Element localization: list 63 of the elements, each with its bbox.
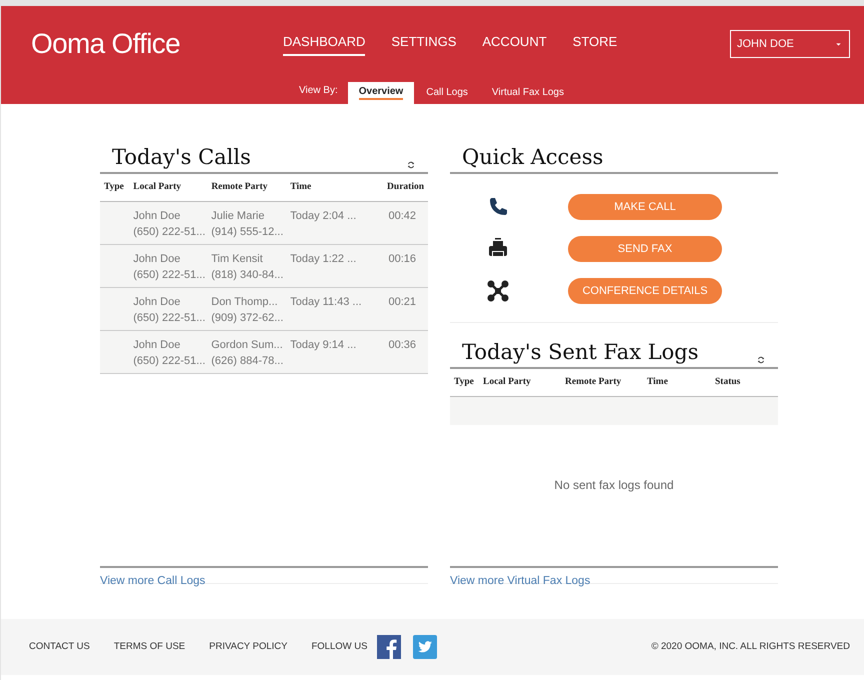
table-cell: 00:42: [388, 210, 416, 222]
view-tab[interactable]: Overview: [348, 82, 414, 104]
nav-link[interactable]: ACCOUNT: [482, 32, 547, 56]
view-by-label: View By:: [299, 84, 338, 98]
view-more-link[interactable]: View more Call Logs: [100, 575, 206, 587]
section-title: Quick Access: [462, 144, 604, 170]
column-header: Time: [647, 376, 669, 390]
table-cell-text: Don Thomp...: [211, 295, 279, 310]
nav-link[interactable]: DASHBOARD: [283, 32, 366, 56]
refresh-icon: [406, 160, 416, 170]
column-header: Remote Party: [211, 181, 268, 194]
table-cell: Today 11:43 ...: [290, 296, 362, 308]
nav-link[interactable]: SETTINGS: [391, 32, 456, 56]
column-header: Time: [290, 181, 312, 194]
action-button[interactable]: MAKE CALL: [568, 194, 722, 220]
table-cell-text: Julie Marie: [211, 209, 266, 224]
copyright: © 2020 OOMA, INC. ALL RIGHTS RESERVED: [651, 640, 850, 654]
column-header: Local Party: [133, 181, 182, 194]
table-cell-text: (626) 884-78...: [211, 354, 284, 369]
footer-link[interactable]: CONTACT US: [29, 640, 90, 654]
table-cell-text: (650) 222-51...: [133, 311, 206, 326]
table-cell-text: (650) 222-51...: [133, 225, 206, 240]
table-cell-text: John Doe: [133, 295, 182, 310]
table-cell: 00:21: [388, 296, 416, 308]
footer-link[interactable]: TERMS OF USE: [114, 640, 186, 654]
user-dropdown[interactable]: JOHN DOE: [730, 30, 850, 58]
column-header: Status: [715, 376, 742, 390]
table-cell-text: (909) 372-62...: [211, 311, 284, 326]
table-cell-text: Gordon Sum...: [211, 338, 284, 353]
column-header: Remote Party: [565, 376, 622, 390]
facebook-icon[interactable]: [377, 635, 402, 659]
section-title: Today's Sent Fax Logs: [462, 339, 699, 365]
empty-message: No sent fax logs found: [554, 477, 674, 494]
footer-link[interactable]: PRIVACY POLICY: [209, 640, 288, 654]
view-tab[interactable]: Virtual Fax Logs: [480, 82, 576, 104]
table-cell-text: (650) 222-51...: [133, 268, 206, 283]
column-header: Type: [104, 181, 125, 194]
twitter-icon[interactable]: [413, 635, 438, 659]
table-cell-text: (818) 340-84...: [211, 268, 284, 283]
table-cell-text: Tim Kensit: [211, 252, 264, 267]
column-header: Duration: [386, 181, 424, 194]
table-cell: 00:36: [388, 339, 416, 351]
follow-label: FOLLOW US: [311, 640, 368, 654]
column-header: Local Party: [483, 376, 532, 390]
table-cell-text: John Doe: [133, 209, 182, 224]
action-button[interactable]: CONFERENCE DETAILS: [568, 278, 722, 304]
table-cell-text: (650) 222-51...: [133, 354, 206, 369]
table-cell: Today 2:04 ...: [290, 210, 356, 222]
table-cell: Today 9:14 ...: [290, 339, 356, 351]
view-tab[interactable]: Call Logs: [414, 82, 480, 104]
view-more-link[interactable]: View more Virtual Fax Logs: [450, 575, 590, 587]
table-cell-text: (914) 555-12...: [211, 225, 284, 240]
refresh-icon: [756, 355, 766, 365]
logo: Ooma Office: [31, 27, 181, 61]
section-title: Today's Calls: [112, 144, 251, 170]
table-cell-text: John Doe: [133, 338, 182, 353]
table-cell-text: John Doe: [133, 252, 182, 267]
table-cell: 00:16: [388, 253, 416, 265]
action-button[interactable]: SEND FAX: [568, 236, 722, 262]
network-icon: [486, 279, 510, 303]
nav-link[interactable]: STORE: [572, 32, 618, 56]
column-header: Type: [454, 376, 475, 390]
table-cell: Today 1:22 ...: [290, 253, 356, 265]
